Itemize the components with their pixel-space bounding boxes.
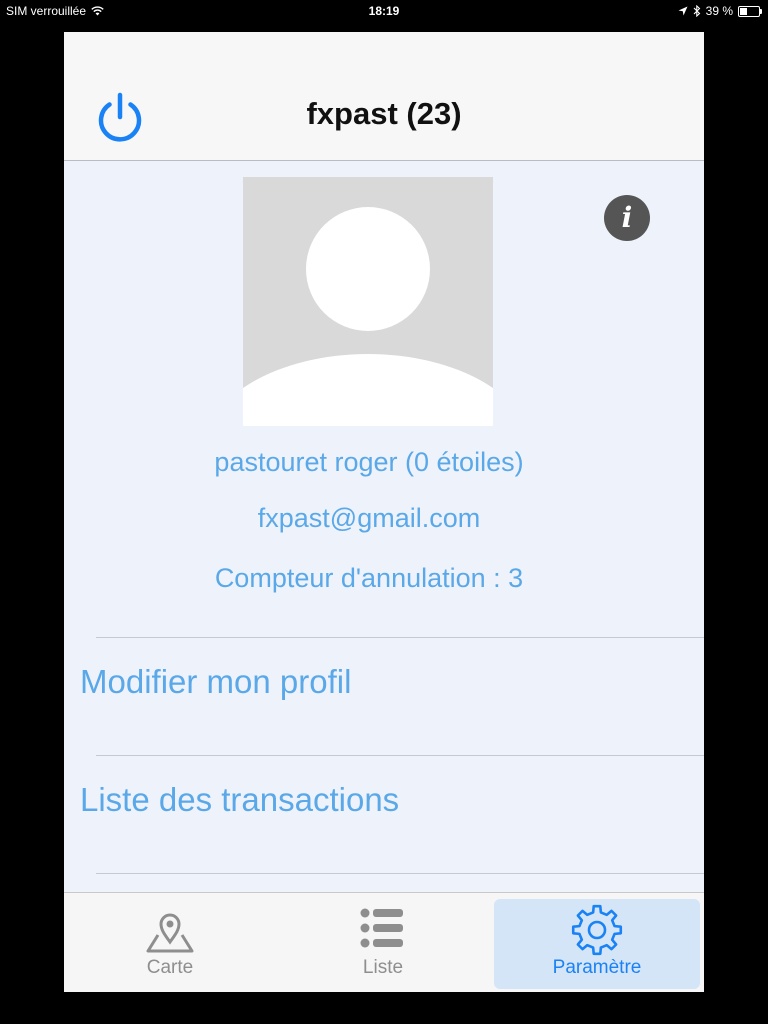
profile-email: fxpast@gmail.com [257, 503, 481, 533]
navigation-bar: fxpast (23) [64, 32, 704, 161]
map-pin-icon [146, 913, 194, 953]
tab-parametre[interactable]: Paramètre [494, 899, 700, 989]
info-button[interactable]: i [604, 195, 650, 241]
tab-bar: Carte Liste Paramètre [64, 892, 704, 992]
profile-content: i pastouret roger (0 étoiles) fxpast@gma… [64, 161, 704, 892]
tab-liste[interactable]: Liste [280, 899, 486, 989]
battery-level [740, 7, 747, 15]
divider [96, 637, 704, 638]
list-icon [360, 908, 403, 948]
tab-carte[interactable]: Carte [67, 899, 273, 989]
profile-name: pastouret roger (0 étoiles) [214, 447, 524, 477]
avatar [243, 177, 493, 426]
page-title: fxpast (23) [306, 96, 462, 131]
divider [96, 873, 704, 874]
tab-parametre-label: Paramètre [552, 957, 642, 978]
tab-carte-label: Carte [146, 957, 194, 978]
transactions-list-row[interactable]: Liste des transactions [80, 770, 704, 830]
bluetooth-icon [693, 5, 700, 17]
battery-percent: 39 % [705, 4, 733, 18]
status-bar: SIM verrouillée 18:19 39 % [0, 0, 768, 22]
tab-liste-label: Liste [362, 957, 404, 978]
location-arrow-icon [678, 6, 688, 16]
gear-icon [571, 904, 623, 956]
info-icon: i [621, 201, 633, 234]
divider [96, 755, 704, 756]
app-screen: fxpast (23) i pastouret roger (0 étoiles… [64, 32, 704, 992]
battery-icon [738, 5, 762, 17]
status-time: 18:19 [368, 4, 400, 18]
edit-profile-row[interactable]: Modifier mon profil [80, 652, 704, 712]
user-silhouette-icon [243, 207, 493, 426]
cancel-counter: Compteur d'annulation : 3 [214, 563, 524, 593]
